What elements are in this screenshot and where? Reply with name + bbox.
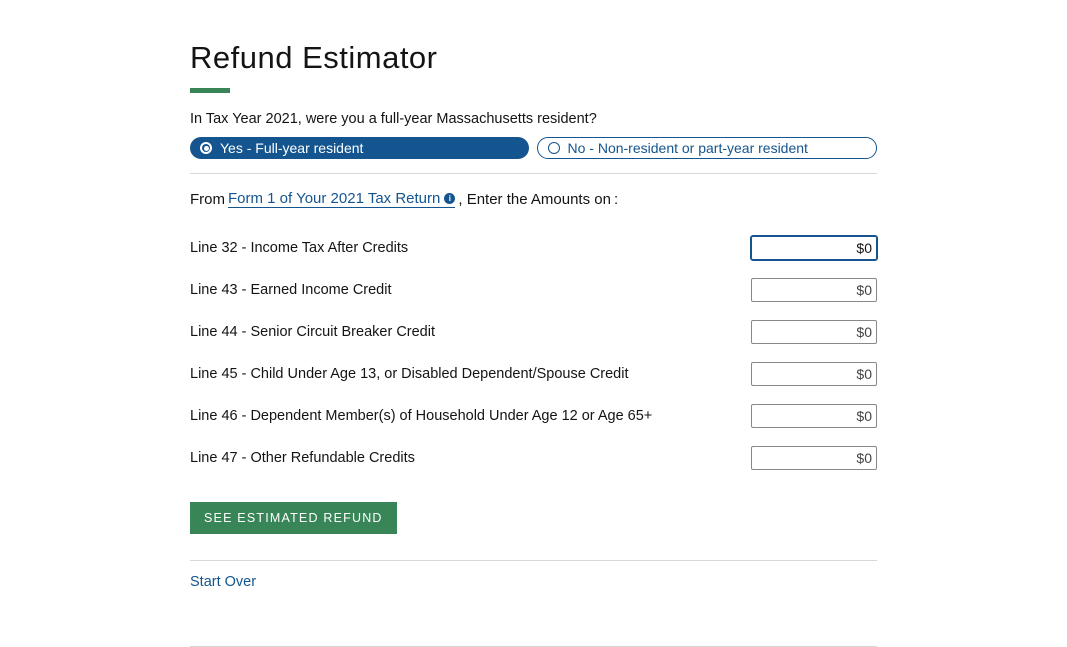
from-colon: : [614,191,618,208]
field-label: Line 45 - Child Under Age 13, or Disable… [190,366,629,382]
field-label: Line 43 - Earned Income Credit [190,282,392,298]
radio-yes[interactable]: Yes - Full-year resident [190,137,529,159]
field-row: Line 43 - Earned Income Credit [190,278,877,302]
field-label: Line 46 - Dependent Member(s) of Househo… [190,408,652,424]
residency-radio-group: Yes - Full-year resident No - Non-reside… [190,137,877,159]
separator [190,560,877,561]
amount-input[interactable] [751,362,877,386]
amount-input[interactable] [751,236,877,260]
amount-input[interactable] [751,320,877,344]
from-suffix: , Enter the Amounts on [458,191,611,208]
from-instruction: From Form 1 of Your 2021 Tax Return i , … [190,190,877,208]
field-row: Line 32 - Income Tax After Credits [190,236,877,260]
title-accent [190,88,230,93]
see-estimated-refund-button[interactable]: SEE ESTIMATED REFUND [190,502,397,534]
from-prefix: From [190,191,225,208]
field-row: Line 46 - Dependent Member(s) of Househo… [190,404,877,428]
field-label: Line 32 - Income Tax After Credits [190,240,408,256]
radio-unselected-icon [548,142,560,154]
amount-input[interactable] [751,278,877,302]
divider [190,173,877,174]
field-row: Line 47 - Other Refundable Credits [190,446,877,470]
radio-yes-label: Yes - Full-year resident [220,140,363,156]
info-icon: i [444,193,455,204]
amount-input[interactable] [751,404,877,428]
field-row: Line 44 - Senior Circuit Breaker Credit [190,320,877,344]
field-label: Line 47 - Other Refundable Credits [190,450,415,466]
page-title: Refund Estimator [190,40,877,76]
field-label: Line 44 - Senior Circuit Breaker Credit [190,324,435,340]
radio-selected-icon [200,142,212,154]
residency-question: In Tax Year 2021, were you a full-year M… [190,111,877,127]
start-over-link[interactable]: Start Over [190,574,256,590]
form-1-link[interactable]: Form 1 of Your 2021 Tax Return i [228,190,455,208]
amount-input[interactable] [751,446,877,470]
radio-no[interactable]: No - Non-resident or part-year resident [537,137,878,159]
form-link-text: Form 1 of Your 2021 Tax Return [228,190,440,207]
radio-no-label: No - Non-resident or part-year resident [568,140,808,156]
field-row: Line 45 - Child Under Age 13, or Disable… [190,362,877,386]
